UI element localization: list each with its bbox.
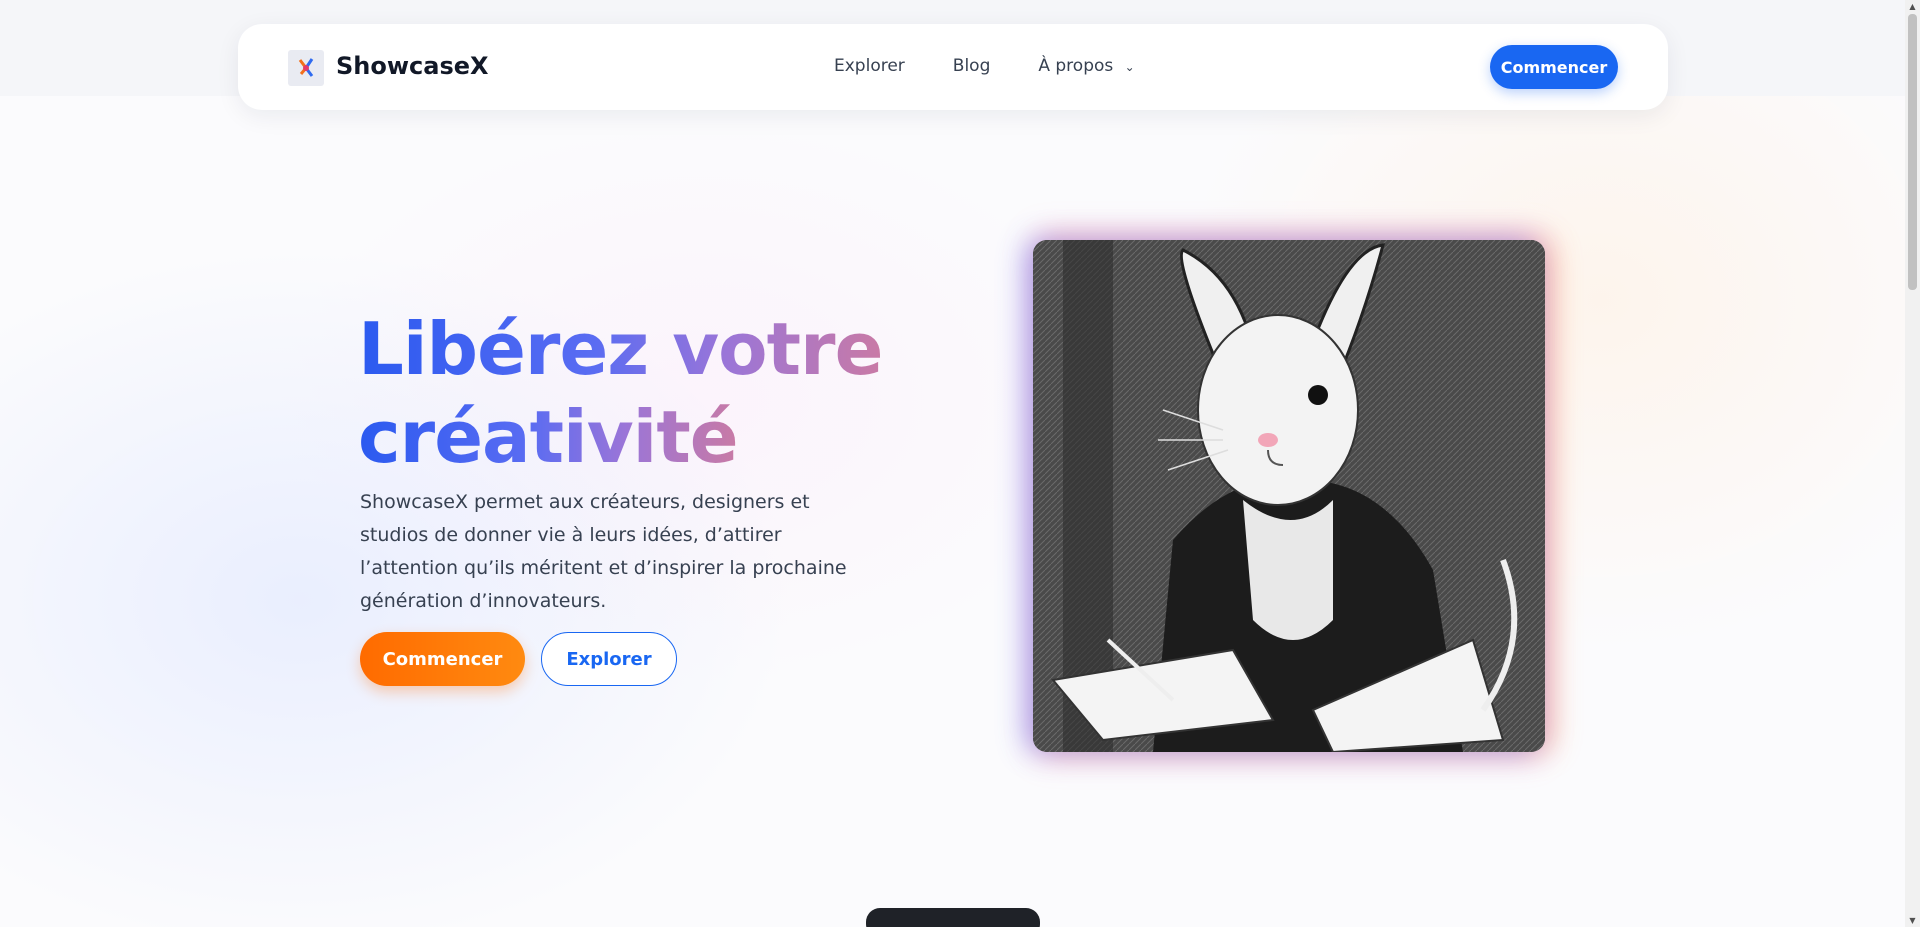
hero-title-line1: Libérez votre xyxy=(358,307,883,391)
nav-link-explorer[interactable]: Explorer xyxy=(834,56,905,76)
nav-start-button[interactable]: Commencer xyxy=(1490,45,1618,89)
logo-icon[interactable] xyxy=(288,50,324,86)
nav-link-about-label: À propos xyxy=(1038,56,1114,76)
chevron-down-icon: ⌄ xyxy=(1124,60,1135,74)
nav-links: Explorer Blog À propos ⌄ xyxy=(834,56,1135,76)
hero-description: ShowcaseX permet aux créateurs, designer… xyxy=(360,491,847,612)
floating-toolbar[interactable] xyxy=(866,908,1040,927)
top-navbar: ShowcaseX Explorer Blog À propos ⌄ Comme… xyxy=(238,24,1668,110)
scroll-thumb[interactable] xyxy=(1908,14,1917,290)
hero-explore-button[interactable]: Explorer xyxy=(541,632,677,686)
nav-link-about[interactable]: À propos ⌄ xyxy=(1038,56,1134,76)
scroll-up-icon[interactable]: ▲ xyxy=(1908,2,1917,11)
page: ShowcaseX Explorer Blog À propos ⌄ Comme… xyxy=(0,0,1905,927)
nav-link-blog[interactable]: Blog xyxy=(953,56,991,76)
hero-title-line2: créativité xyxy=(358,395,739,479)
hero-image xyxy=(1033,240,1545,752)
scrollbar[interactable]: ▲ ▼ xyxy=(1905,0,1920,927)
rabbit-illustration xyxy=(1033,240,1545,752)
hero-start-button[interactable]: Commencer xyxy=(360,632,525,686)
brand-name[interactable]: ShowcaseX xyxy=(336,52,489,80)
scroll-down-icon[interactable]: ▼ xyxy=(1908,916,1917,925)
hero-title: Libérez votre créativité xyxy=(358,305,918,481)
